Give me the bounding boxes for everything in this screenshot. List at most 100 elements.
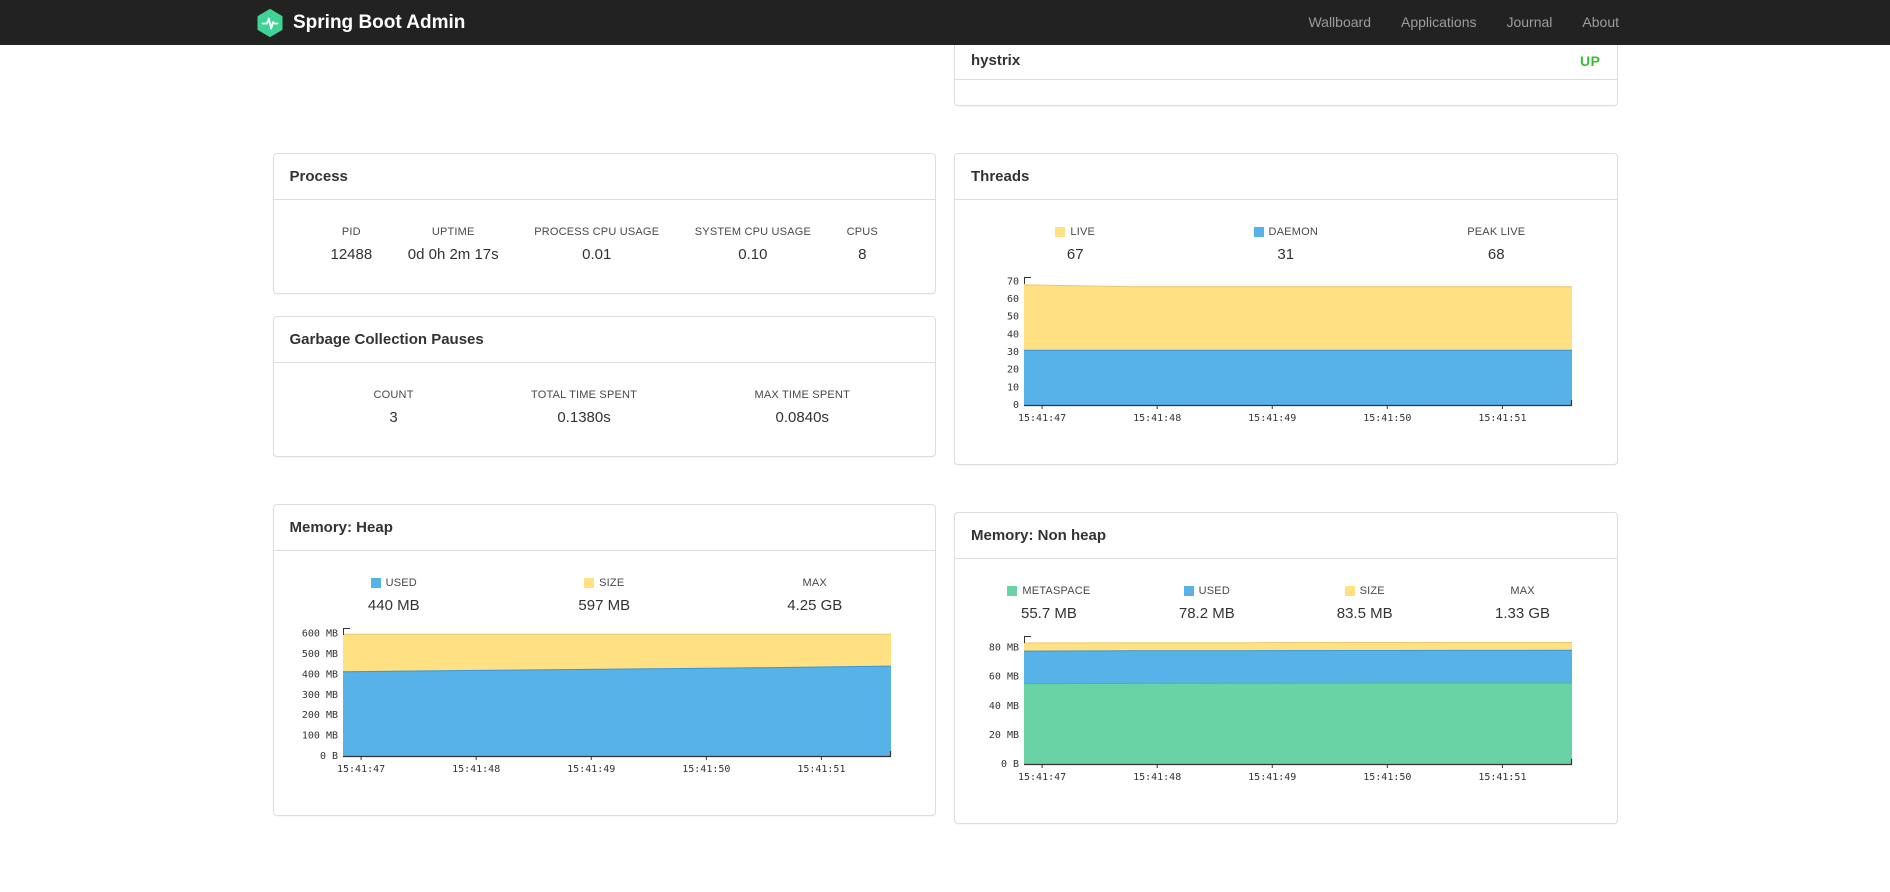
right-column: hystrix UP Threads LIVE 67 DAEMON 31 PEA… xyxy=(954,45,1618,824)
metric-nonheap-used: USED 78.2 MB xyxy=(1178,585,1235,622)
metric-nonheap-metaspace: METASPACE 55.7 MB xyxy=(970,585,1128,622)
nav-item-about[interactable]: About xyxy=(1567,0,1634,45)
svg-text:100 MB: 100 MB xyxy=(301,731,337,742)
nonheap-metrics: METASPACE 55.7 MB USED 78.2 MB SIZE 83.5… xyxy=(970,585,1602,622)
svg-text:40 MB: 40 MB xyxy=(989,701,1019,712)
metric-heap-size: SIZE 597 MB xyxy=(578,577,631,614)
nav-item-wallboard[interactable]: Wallboard xyxy=(1293,0,1386,45)
metric-nonheap-size: SIZE 83.5 MB xyxy=(1336,585,1393,622)
brand-link[interactable]: Spring Boot Admin xyxy=(256,8,466,37)
services-panel-padding xyxy=(955,80,1617,105)
svg-text:500 MB: 500 MB xyxy=(301,649,337,660)
svg-text:20: 20 xyxy=(1007,365,1019,376)
svg-text:15:41:48: 15:41:48 xyxy=(1133,772,1181,783)
svg-text:15:41:51: 15:41:51 xyxy=(1478,413,1526,424)
metric-threads-live: LIVE 67 xyxy=(970,226,1181,263)
metric-threads-daemon: DAEMON 31 xyxy=(1181,226,1392,263)
nonheap-panel: Memory: Non heap METASPACE 55.7 MB USED xyxy=(954,512,1618,824)
svg-text:15:41:51: 15:41:51 xyxy=(1478,772,1526,783)
gc-panel-body: COUNT 3 TOTAL TIME SPENT 0.1380s MAX TIM… xyxy=(274,363,936,456)
metric-heap-used: USED 440 MB xyxy=(367,577,420,614)
gc-panel-title: Garbage Collection Pauses xyxy=(273,317,935,363)
metric-cpus: CPUS 8 xyxy=(846,226,878,263)
process-panel: Process PID 12488 UPTIME 0d 0h 2m 17s PR… xyxy=(272,153,936,294)
legend-swatch-used xyxy=(370,578,381,588)
heap-memory-chart: 0 B 100 MB 200 MB 300 MB 400 MB 500 MB 600 MB 1… xyxy=(301,628,891,775)
nav-item-applications[interactable]: Applications xyxy=(1386,0,1492,45)
metric-threads-peak-live: PEAK LIVE 68 xyxy=(1467,226,1526,263)
svg-text:600 MB: 600 MB xyxy=(301,629,337,640)
threads-chart: 0 10 20 30 40 50 60 70 15:41:47 15:41:48 15:41:49 1… xyxy=(1007,276,1573,424)
metric-gc-count: COUNT 3 xyxy=(373,389,414,426)
nav-item-journal[interactable]: Journal xyxy=(1491,0,1567,45)
svg-text:15:41:47: 15:41:47 xyxy=(336,764,384,775)
svg-text:15:41:49: 15:41:49 xyxy=(567,764,615,775)
threads-chart-wrap: 0 10 20 30 40 50 60 70 15:41:47 15:41:48 15:41:49 1… xyxy=(970,271,1602,434)
gc-metrics: COUNT 3 TOTAL TIME SPENT 0.1380s MAX TIM… xyxy=(289,389,921,426)
heap-chart-wrap: 0 B 100 MB 200 MB 300 MB 400 MB 500 MB 600 MB 1… xyxy=(289,622,921,785)
svg-text:15:41:49: 15:41:49 xyxy=(1248,413,1296,424)
svg-text:30: 30 xyxy=(1007,347,1019,358)
svg-text:300 MB: 300 MB xyxy=(301,690,337,701)
brand-title: Spring Boot Admin xyxy=(293,11,466,33)
heap-panel-title: Memory: Heap xyxy=(273,505,935,551)
legend-swatch-live xyxy=(1055,227,1066,237)
metric-pid: PID 12488 xyxy=(330,226,373,263)
svg-text:15:41:50: 15:41:50 xyxy=(682,764,730,775)
legend-swatch-nonheap-size xyxy=(1344,586,1355,596)
svg-text:60: 60 xyxy=(1007,294,1019,305)
svg-text:15:41:48: 15:41:48 xyxy=(1133,413,1181,424)
process-metrics: PID 12488 UPTIME 0d 0h 2m 17s PROCESS CP… xyxy=(289,226,921,263)
nonheap-panel-title: Memory: Non heap xyxy=(955,513,1617,559)
gc-panel: Garbage Collection Pauses COUNT 3 TOTAL … xyxy=(272,316,936,457)
metric-heap-max: MAX 4.25 GB xyxy=(787,577,843,614)
process-panel-title: Process xyxy=(273,154,935,200)
threads-metrics: LIVE 67 DAEMON 31 PEAK LIVE 68 xyxy=(970,226,1602,263)
metric-nonheap-max: MAX 1.33 GB xyxy=(1495,585,1551,622)
threads-panel: Threads LIVE 67 DAEMON 31 PEAK LIVE 68 0… xyxy=(954,153,1618,465)
service-name-link[interactable]: hystrix xyxy=(971,52,1020,69)
metric-system-cpu: SYSTEM CPU USAGE 0.10 xyxy=(694,226,812,263)
svg-text:15:41:47: 15:41:47 xyxy=(1018,772,1066,783)
navbar-inner: Spring Boot Admin Wallboard Applications… xyxy=(256,0,1634,45)
heap-panel: Memory: Heap USED 440 MB SIZE 597 MB MAX… xyxy=(272,504,936,816)
heap-metrics: USED 440 MB SIZE 597 MB MAX 4.25 GB xyxy=(289,577,921,614)
service-status-badge: UP xyxy=(1580,52,1601,69)
threads-panel-title: Threads xyxy=(955,154,1617,200)
svg-text:15:41:48: 15:41:48 xyxy=(452,764,500,775)
svg-text:15:41:49: 15:41:49 xyxy=(1248,772,1296,783)
metric-uptime: UPTIME 0d 0h 2m 17s xyxy=(407,226,499,263)
legend-swatch-daemon xyxy=(1253,227,1264,237)
svg-text:20 MB: 20 MB xyxy=(989,730,1019,741)
nonheap-panel-body: METASPACE 55.7 MB USED 78.2 MB SIZE 83.5… xyxy=(955,559,1617,823)
nav-links: Wallboard Applications Journal About xyxy=(1293,0,1634,45)
legend-swatch-metaspace xyxy=(1007,586,1018,596)
process-panel-body: PID 12488 UPTIME 0d 0h 2m 17s PROCESS CP… xyxy=(274,200,936,293)
threads-panel-body: LIVE 67 DAEMON 31 PEAK LIVE 68 0 10 20 3… xyxy=(955,200,1617,464)
heap-panel-body: USED 440 MB SIZE 597 MB MAX 4.25 GB 0 B … xyxy=(274,551,936,815)
svg-text:70: 70 xyxy=(1007,276,1019,287)
legend-swatch-nonheap-used xyxy=(1183,586,1194,596)
spring-boot-admin-logo-icon xyxy=(257,8,283,37)
svg-text:15:41:51: 15:41:51 xyxy=(797,764,845,775)
svg-text:15:41:47: 15:41:47 xyxy=(1018,413,1066,424)
main-content: Process PID 12488 UPTIME 0d 0h 2m 17s PR… xyxy=(272,45,1618,824)
metric-gc-max-time: MAX TIME SPENT 0.0840s xyxy=(754,389,850,426)
nonheap-memory-chart: 0 B 20 MB 40 MB 60 MB 80 MB 15:41:47 15:41:48 1… xyxy=(989,636,1573,783)
svg-text:10: 10 xyxy=(1007,382,1019,393)
svg-text:80 MB: 80 MB xyxy=(989,643,1019,654)
svg-text:50: 50 xyxy=(1007,312,1019,323)
svg-text:200 MB: 200 MB xyxy=(301,710,337,721)
svg-text:0 B: 0 B xyxy=(319,751,337,762)
nonheap-chart-wrap: 0 B 20 MB 40 MB 60 MB 80 MB 15:41:47 15:41:48 1… xyxy=(970,630,1602,793)
svg-text:40: 40 xyxy=(1007,329,1019,340)
service-row-hystrix: hystrix UP xyxy=(955,45,1617,80)
metric-gc-total-time: TOTAL TIME SPENT 0.1380s xyxy=(531,389,638,426)
navbar: Spring Boot Admin Wallboard Applications… xyxy=(0,0,1890,45)
svg-text:60 MB: 60 MB xyxy=(989,672,1019,683)
svg-text:400 MB: 400 MB xyxy=(301,669,337,680)
svg-text:0 B: 0 B xyxy=(1001,759,1019,770)
legend-swatch-size xyxy=(584,578,595,588)
left-column: Process PID 12488 UPTIME 0d 0h 2m 17s PR… xyxy=(272,45,936,816)
svg-text:15:41:50: 15:41:50 xyxy=(1363,413,1411,424)
